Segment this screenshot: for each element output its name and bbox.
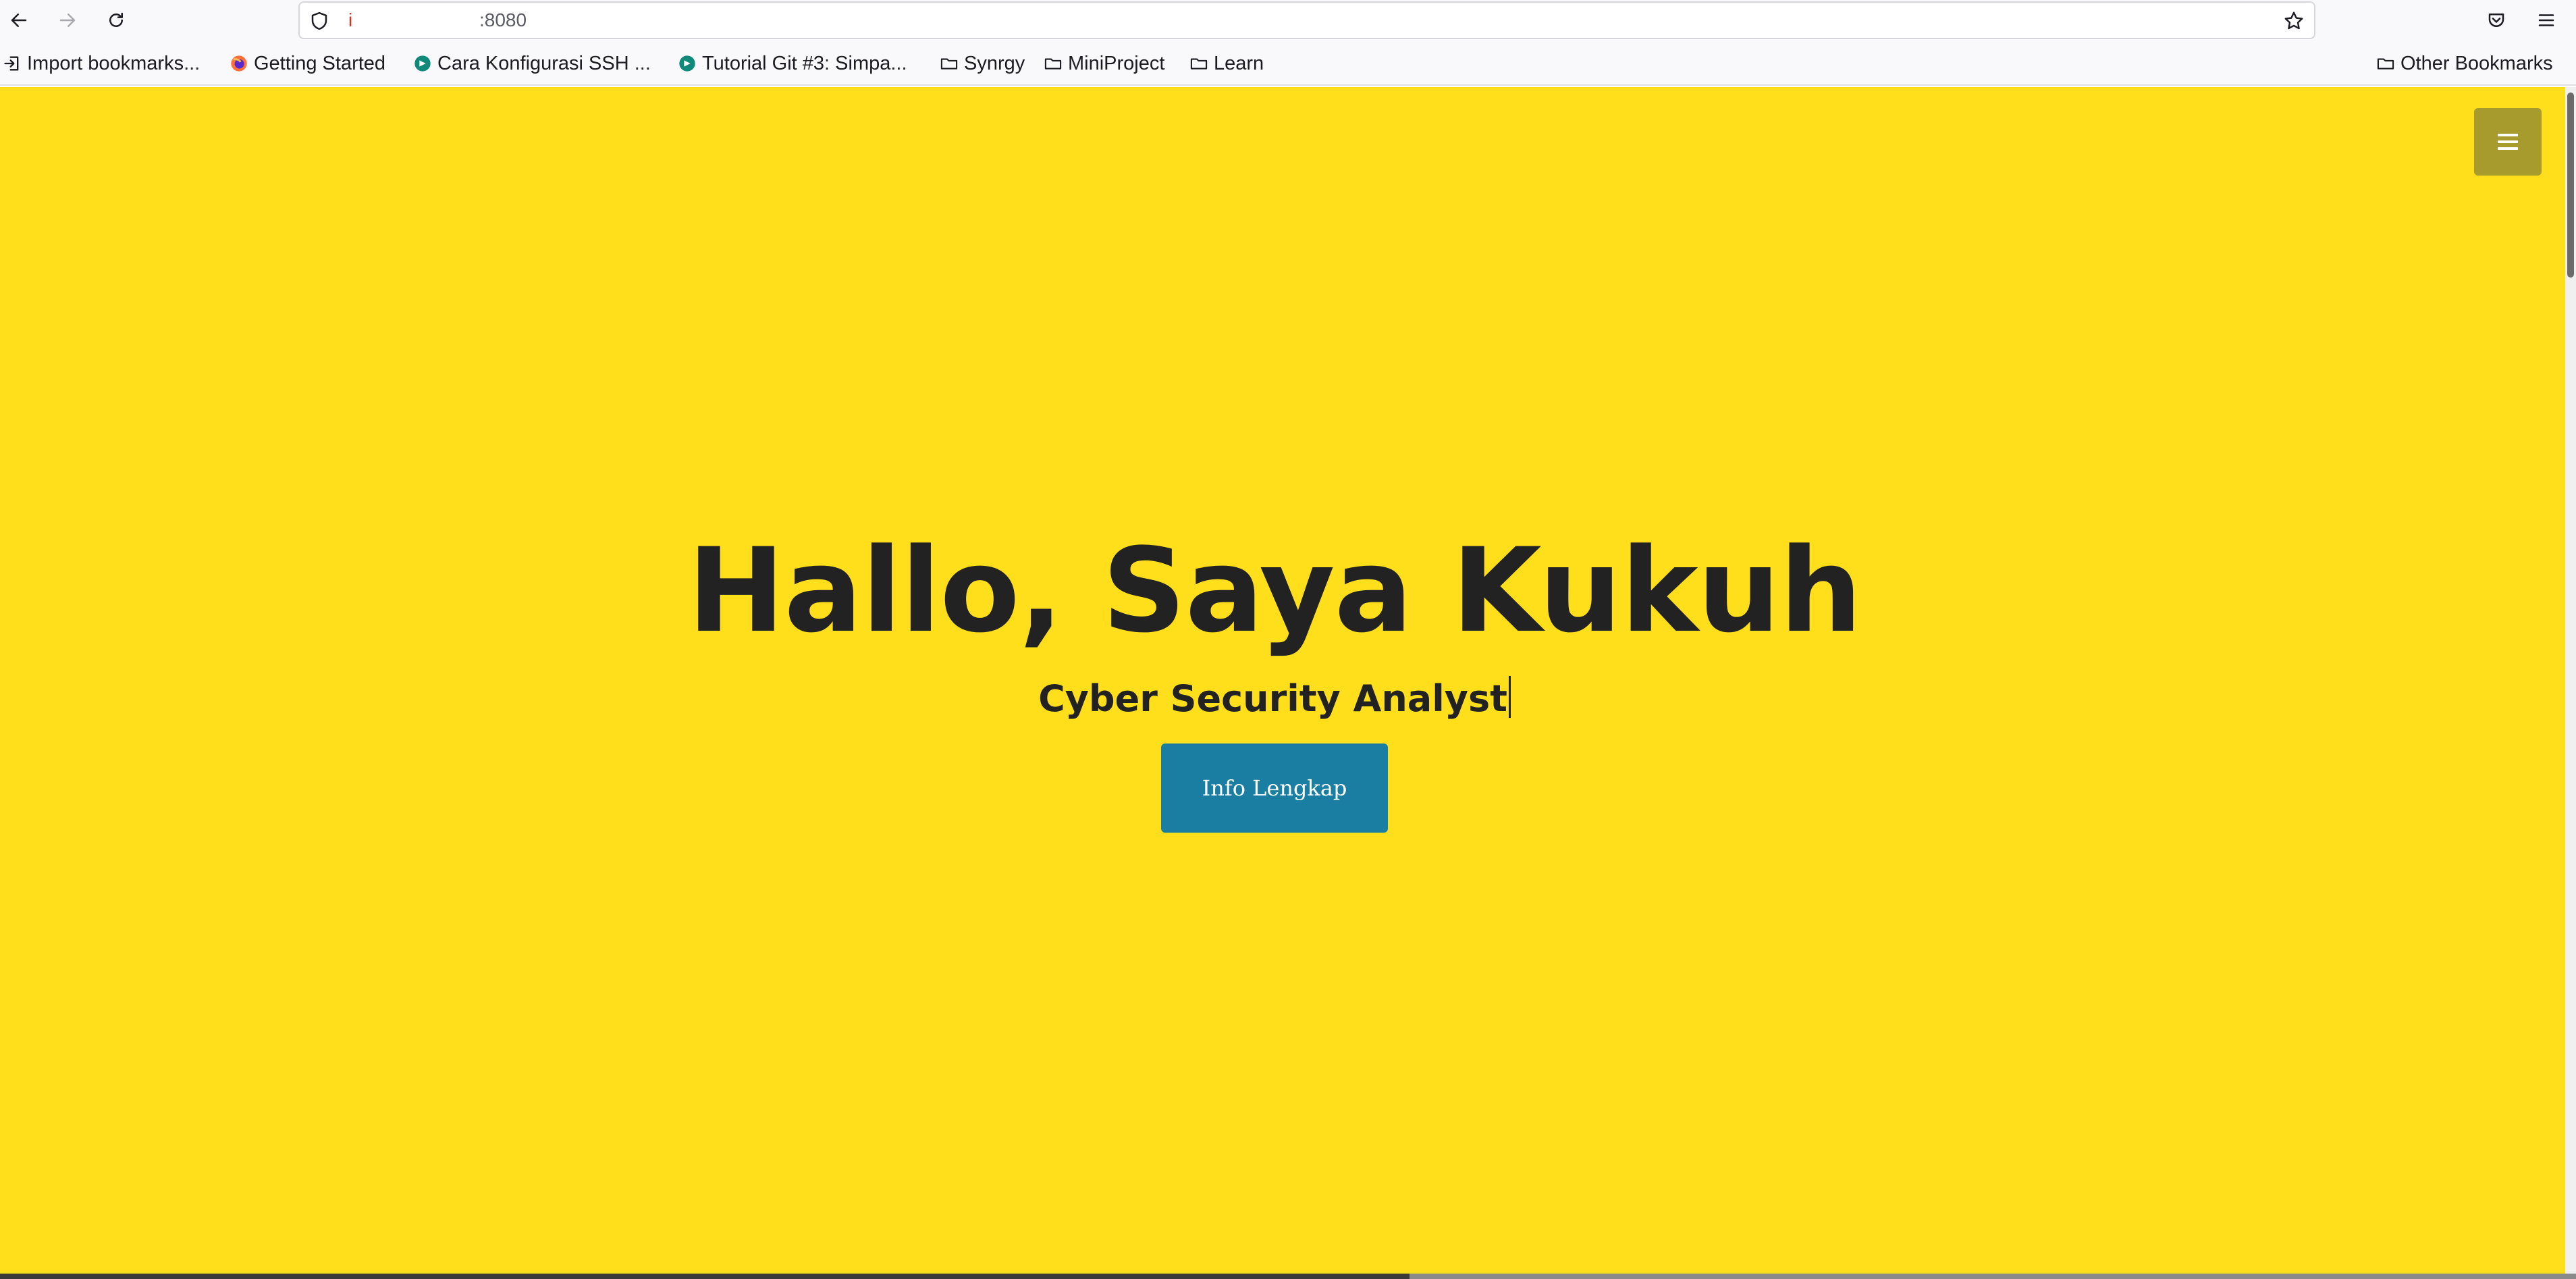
folder-icon [2376, 54, 2395, 73]
hero-subtitle-wrap: Cyber Security Analyst [0, 676, 2549, 718]
url-prefix: i [348, 9, 353, 30]
back-button[interactable] [4, 5, 34, 35]
pocket-button[interactable] [2483, 7, 2510, 34]
arrow-right-icon [59, 14, 76, 27]
bookmark-label: Getting Started [254, 52, 386, 74]
folder-icon [1044, 54, 1063, 73]
forward-button[interactable] [53, 5, 82, 35]
pocket-icon [2488, 14, 2504, 27]
scrollbar-thumb[interactable] [1410, 1274, 2576, 1279]
bookmark-label: Tutorial Git #3: Simpa... [702, 52, 907, 74]
bookmark-folder-learn[interactable]: Learn [1189, 51, 1264, 76]
bookmark-label: Learn [1214, 52, 1264, 74]
hero-subtitle: Cyber Security Analyst [1038, 677, 1507, 720]
bookmarks-bar: Import bookmarks... Getting Started Cara… [0, 41, 2576, 86]
bookmark-label: Synrgy [964, 52, 1025, 74]
url-text[interactable]: :8080 [479, 9, 527, 31]
bookmark-star-icon[interactable] [2283, 10, 2305, 32]
hero-section: Hallo, Saya Kukuh Cyber Security Analyst… [0, 87, 2565, 1274]
bookmark-label: Import bookmarks... [27, 52, 200, 74]
address-bar[interactable]: i :8080 [298, 1, 2315, 39]
shield-icon[interactable] [309, 11, 329, 31]
vertical-scrollbar[interactable] [2565, 87, 2576, 1274]
bookmark-import[interactable]: Import bookmarks... [3, 51, 200, 76]
bookmark-getting-started[interactable]: Getting Started [230, 51, 385, 76]
reload-icon [109, 12, 123, 27]
import-icon [3, 54, 22, 73]
firefox-icon [230, 54, 248, 73]
scrollbar-thumb[interactable] [2567, 93, 2574, 278]
hero-title: Hallo, Saya Kukuh [687, 523, 1862, 658]
hamburger-menu-icon [2538, 14, 2554, 26]
other-bookmarks-label: Other Bookmarks [2400, 52, 2553, 74]
folder-icon [1189, 54, 1208, 73]
bookmark-git-tutorial[interactable]: Tutorial Git #3: Simpa... [678, 51, 907, 76]
info-lengkap-button[interactable]: Info Lengkap [1161, 743, 1388, 833]
arrow-left-icon [11, 14, 27, 27]
hamburger-icon [2498, 134, 2518, 150]
bookmark-label: MiniProject [1068, 52, 1165, 74]
menu-toggle-button[interactable] [2474, 108, 2542, 176]
browser-toolbar: i :8080 [0, 0, 2576, 41]
app-menu-button[interactable] [2533, 7, 2560, 34]
bookmark-label: Cara Konfigurasi SSH ... [437, 52, 651, 74]
horizontal-scrollbar[interactable] [0, 1274, 2576, 1279]
other-bookmarks[interactable]: Other Bookmarks [2376, 51, 2553, 76]
reload-button[interactable] [101, 5, 131, 35]
bookmark-ssh[interactable]: Cara Konfigurasi SSH ... [413, 51, 651, 76]
site-favicon [678, 54, 697, 73]
folder-icon [940, 54, 959, 73]
bookmark-folder-miniproject[interactable]: MiniProject [1044, 51, 1164, 76]
bookmark-folder-synrgy[interactable]: Synrgy [940, 51, 1025, 76]
typing-caret [1508, 676, 1511, 718]
site-favicon [413, 54, 432, 73]
